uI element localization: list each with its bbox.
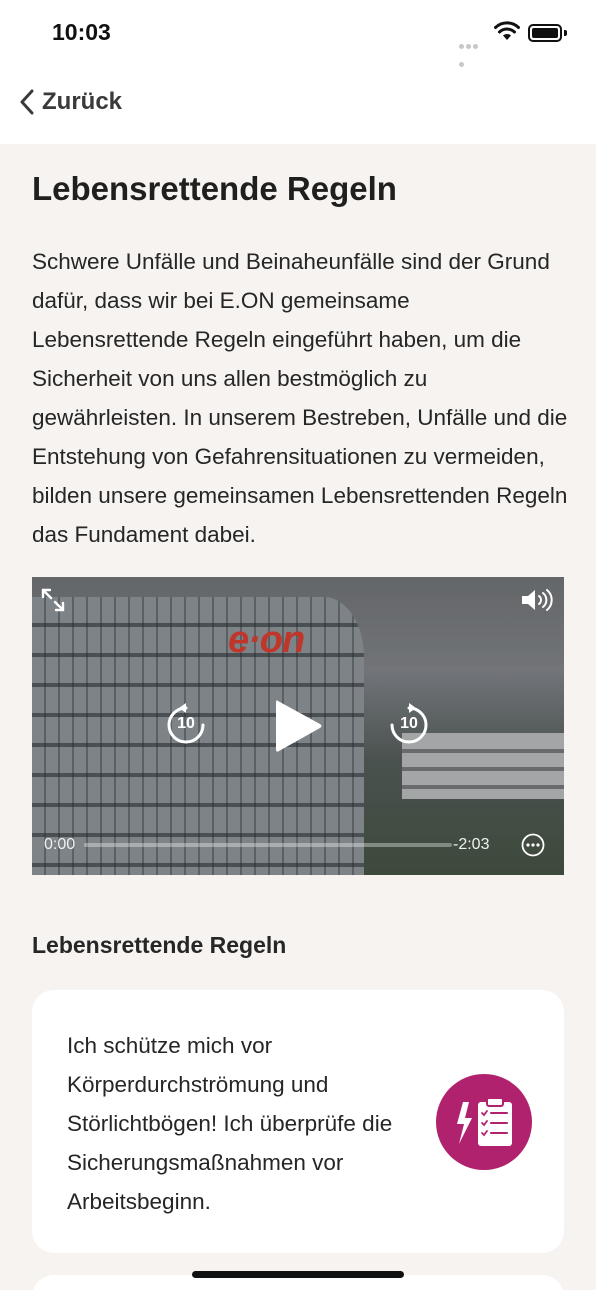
skip-forward-seconds: 10: [400, 715, 418, 732]
rule-card[interactable]: Ich schütze mich vor Körperdurchströmung…: [32, 990, 564, 1253]
elapsed-time: 0:00: [44, 836, 76, 853]
wifi-icon: [494, 21, 520, 40]
clipboard-icon: [457, 1097, 512, 1146]
back-button-label: Zurück: [42, 88, 123, 115]
page-title: Lebensrettende Regeln: [32, 170, 397, 207]
play-button[interactable]: [272, 697, 324, 755]
remaining-time: -2:03: [453, 836, 490, 853]
battery-tip: [564, 30, 567, 36]
status-bar: 10:03: [0, 0, 596, 70]
navigation-bar: Zurück: [0, 70, 596, 144]
scrubber-track[interactable]: [84, 843, 452, 847]
electric-clipboard-icon: [436, 1074, 532, 1170]
intro-text: Schwere Unfälle und Beinaheunfälle sind …: [32, 249, 568, 547]
more-options-icon[interactable]: [521, 833, 545, 857]
fullscreen-icon[interactable]: [40, 587, 66, 613]
eon-logo: e·on: [228, 619, 305, 661]
section-title: Lebensrettende Regeln: [32, 932, 287, 958]
chevron-left-icon: [20, 89, 34, 115]
back-button[interactable]: Zurück: [20, 88, 122, 116]
home-indicator[interactable]: [192, 1271, 404, 1278]
video-player[interactable]: e·on 10 10 0:00 -2:03: [32, 577, 564, 875]
volume-icon[interactable]: [520, 587, 554, 613]
status-time: 10:03: [52, 19, 111, 45]
rule-text: Ich schütze mich vor Körperdurchströmung…: [67, 1033, 393, 1214]
skip-back-10-button[interactable]: 10: [164, 703, 208, 747]
skip-forward-10-button[interactable]: 10: [387, 703, 431, 747]
cellular-signal-icon: [459, 36, 485, 67]
battery-icon: [528, 24, 562, 42]
skip-back-seconds: 10: [177, 715, 195, 732]
